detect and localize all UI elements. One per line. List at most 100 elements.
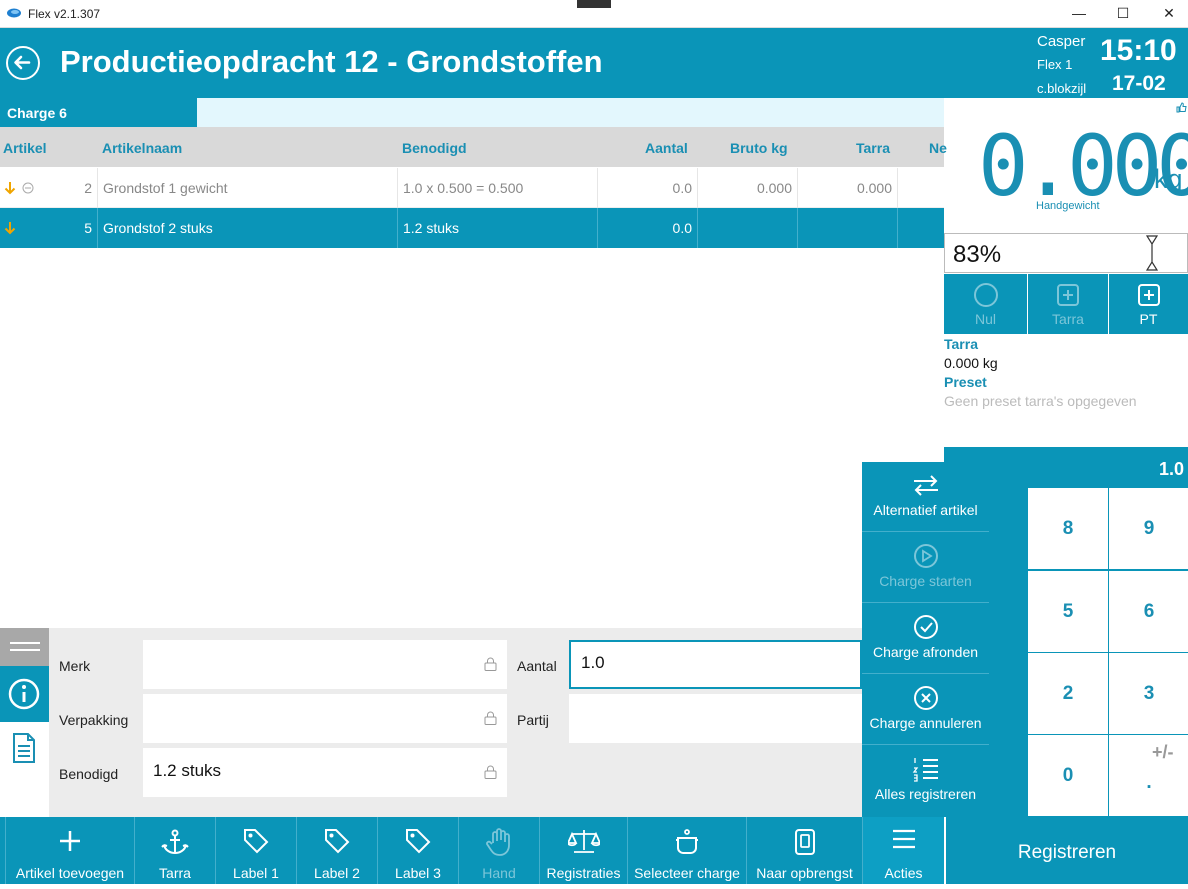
key-3[interactable]: 3: [1109, 653, 1188, 734]
lock-icon: [484, 657, 497, 671]
row-artikelnaam: Grondstof 2 stuks: [103, 220, 213, 236]
minimize-button[interactable]: —: [1056, 2, 1102, 24]
document-tab[interactable]: [0, 722, 49, 778]
clock-date: 17-02: [1112, 72, 1166, 95]
label2-button[interactable]: Label 2: [296, 817, 377, 884]
button-label: Label 3: [395, 865, 441, 881]
swap-arrows-icon: [913, 475, 938, 496]
login-name: c.blokzijl: [1037, 81, 1087, 96]
merk-field[interactable]: [143, 640, 507, 689]
arrow-left-icon: [14, 55, 31, 70]
button-label: Acties: [884, 865, 923, 881]
user-name: Casper: [1037, 33, 1086, 50]
row-artikelnaam: Grondstof 1 gewicht: [103, 180, 228, 196]
maximize-button[interactable]: ☐: [1100, 2, 1146, 24]
key-8[interactable]: 8: [1028, 488, 1108, 569]
key-9[interactable]: 9: [1109, 488, 1188, 569]
back-button[interactable]: [6, 46, 40, 80]
cooking-pot-icon: [676, 829, 698, 854]
menu-charge-annuleren[interactable]: Charge annuleren: [862, 675, 989, 745]
key-plus-minus[interactable]: +/-: [1152, 742, 1174, 763]
arrow-down-icon: [4, 182, 16, 195]
key-decimal[interactable]: .: [1109, 735, 1188, 816]
progress-percent: 83%: [953, 241, 1002, 268]
table-row-selected[interactable]: 5 Grondstof 2 stuks 1.2 stuks 0.0: [0, 208, 944, 248]
close-button[interactable]: ✕: [1146, 2, 1188, 24]
row-benodigd: 1.2 stuks: [403, 220, 460, 236]
info-tab[interactable]: [0, 666, 49, 722]
thumbs-up-icon[interactable]: [1176, 102, 1187, 113]
lock-icon: [484, 711, 497, 725]
key-5[interactable]: 5: [1028, 571, 1108, 652]
col-tarra[interactable]: Tarra: [856, 140, 890, 156]
naar-opbrengst-button[interactable]: Naar opbrengst: [746, 817, 862, 884]
button-label: Label 2: [314, 865, 360, 881]
arrow-down-icon: [4, 222, 16, 235]
window-drag-handle[interactable]: [577, 0, 611, 8]
check-circle-icon: [913, 615, 938, 639]
preset-text: Geen preset tarra's opgegeven: [944, 393, 1137, 409]
acties-button[interactable]: Acties: [862, 817, 944, 884]
plus-icon: [60, 831, 80, 851]
partij-input[interactable]: [569, 694, 862, 743]
tarra-scale-label: Tarra: [1052, 311, 1084, 327]
label1-button[interactable]: Label 1: [215, 817, 296, 884]
col-artikel[interactable]: Artikel: [3, 140, 47, 156]
tab-charge[interactable]: Charge 6: [0, 98, 197, 127]
button-label: Label 1: [233, 865, 279, 881]
key-2[interactable]: 2: [1028, 653, 1108, 734]
partij-label: Partij: [517, 712, 549, 728]
bottom-toolbar: Artikel toevoegen Tarra Label 1 Label 2 …: [0, 817, 944, 884]
plus-square-icon: [1057, 284, 1079, 306]
tarra-heading: Tarra: [944, 336, 978, 352]
artikel-toevoegen-button[interactable]: Artikel toevoegen: [5, 817, 134, 884]
menu-alles-registreren[interactable]: Alles registreren: [862, 746, 989, 816]
preset-heading: Preset: [944, 374, 987, 390]
col-aantal[interactable]: Aantal: [645, 140, 688, 156]
detail-form: Merk Verpakking Benodigd 1.2 stuks Aanta…: [49, 628, 862, 818]
menu-alternatief-artikel[interactable]: Alternatief artikel: [862, 462, 989, 532]
pt-button[interactable]: PT: [1109, 274, 1188, 334]
menu-charge-starten[interactable]: Charge starten: [862, 533, 989, 603]
col-bruto[interactable]: Bruto kg: [730, 140, 788, 156]
menu-label: Charge afronden: [872, 644, 979, 660]
row-bruto: [700, 208, 792, 248]
nul-button[interactable]: Nul: [944, 274, 1027, 334]
lock-icon: [484, 765, 497, 779]
weight-unit: kg: [1154, 164, 1183, 194]
selecteer-charge-button[interactable]: Selecteer charge: [627, 817, 746, 884]
row-aantal: 0.0: [672, 220, 692, 236]
menu-label: Alles registreren: [874, 786, 977, 802]
registraties-button[interactable]: Registraties: [539, 817, 627, 884]
page-title: Productieopdracht 12 - Grondstoffen: [60, 44, 603, 79]
x-circle-icon: [913, 686, 938, 710]
tag-icon: [406, 829, 431, 854]
label3-button[interactable]: Label 3: [377, 817, 458, 884]
col-artikelnaam[interactable]: Artikelnaam: [102, 140, 182, 156]
row-artikel-nr: 5: [84, 220, 92, 236]
collapse-handle[interactable]: [0, 628, 49, 666]
menu-label: Charge annuleren: [869, 715, 982, 731]
tarra-scale-button[interactable]: Tarra: [1028, 274, 1108, 334]
tag-icon: [244, 829, 269, 854]
table-row[interactable]: 2 Grondstof 1 gewicht 1.0 x 0.500 = 0.50…: [0, 168, 944, 208]
actions-menu: Alternatief artikel Charge starten Charg…: [862, 462, 990, 817]
pt-label: PT: [1139, 311, 1158, 327]
verpakking-field[interactable]: [143, 694, 507, 743]
menu-icon: [892, 829, 915, 849]
menu-charge-afronden[interactable]: Charge afronden: [862, 604, 989, 674]
key-0[interactable]: 0: [1028, 735, 1108, 816]
aantal-input[interactable]: 1.0: [569, 640, 862, 689]
scale-label: Handgewicht: [1036, 200, 1100, 212]
hand-button[interactable]: Hand: [458, 817, 539, 884]
verpakking-label: Verpakking: [59, 712, 129, 728]
minus-circle-icon[interactable]: [22, 182, 34, 194]
registreren-button[interactable]: Registreren: [944, 817, 1188, 884]
col-benodigd[interactable]: Benodigd: [402, 140, 467, 156]
benodigd-field[interactable]: 1.2 stuks: [143, 748, 507, 797]
button-label: Registraties: [546, 865, 621, 881]
table-header: Artikel Artikelnaam Benodigd Aantal Brut…: [0, 127, 947, 167]
tarra-button[interactable]: Tarra: [134, 817, 215, 884]
key-6[interactable]: 6: [1109, 571, 1188, 652]
clock-time: 15:10: [1100, 34, 1177, 67]
